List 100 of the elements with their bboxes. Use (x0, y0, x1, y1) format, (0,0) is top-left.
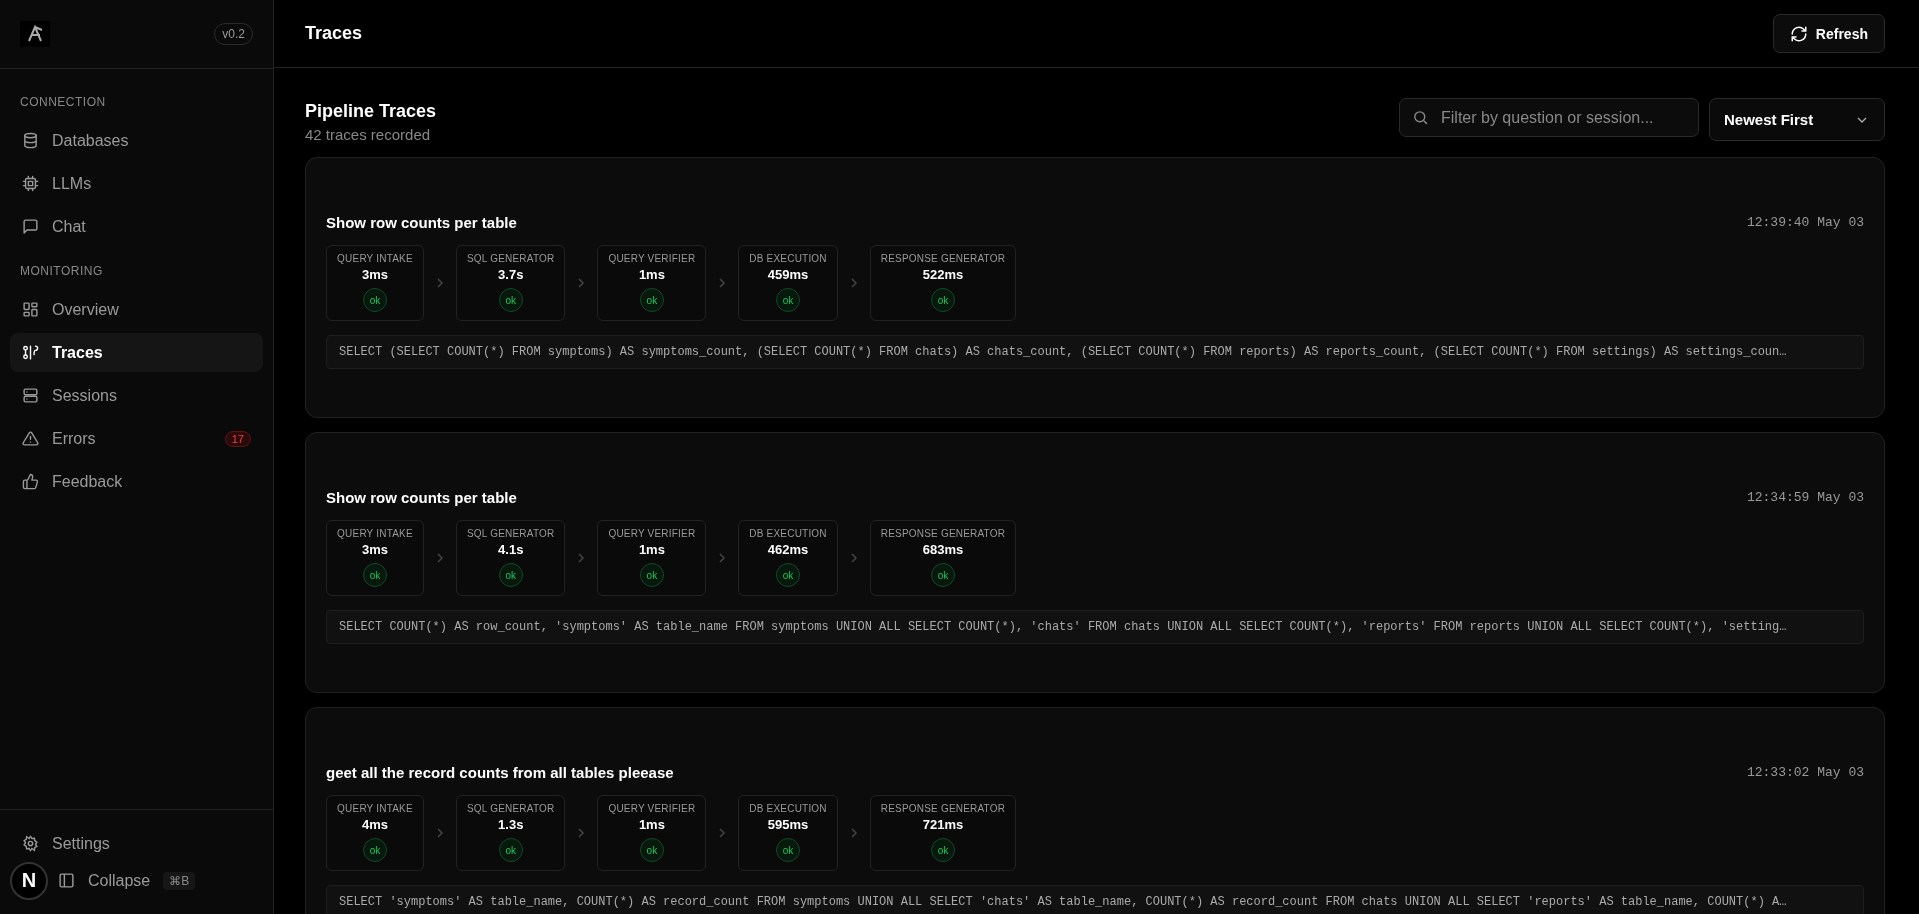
stage-duration: 3ms (362, 267, 388, 282)
chevron-right-icon (436, 552, 444, 564)
chevron-right-icon (436, 827, 444, 839)
stage-name: RESPONSE GENERATOR (880, 253, 1006, 264)
refresh-button[interactable]: Refresh (1772, 14, 1885, 53)
trace-card[interactable] (305, 707, 1885, 914)
logo-icon (20, 21, 50, 47)
collapse-button[interactable]: Collapse ⌘B (52, 861, 208, 900)
sql-query: SELECT 'symptoms' AS table_name, COUNT(*) AS record_count FROM symptoms UNION ALL SELECT 'chats' AS table_name, COUNT(*) AS record_count FROM chats UNION ALL SELECT 'reports' AS table_name, COUNT(*) A… (326, 885, 1864, 914)
settings-icon (22, 835, 39, 852)
chevron-right-icon (577, 552, 586, 564)
status-badge: ok (639, 563, 664, 587)
stage-name: QUERY INTAKE (337, 253, 413, 264)
chevron-right-icon (577, 277, 586, 289)
trace-timestamp: 12:39:40 May 03 (1746, 215, 1864, 230)
stage-name: RESPONSE GENERATOR (880, 803, 1006, 814)
warning-icon (22, 430, 39, 447)
status-badge: ok (776, 288, 801, 312)
chip-icon (22, 175, 39, 192)
stage-name: QUERY VERIFIER (608, 528, 696, 539)
section-heading: MONITORING (19, 263, 104, 280)
stage-name: RESPONSE GENERATOR (880, 528, 1006, 539)
search-box[interactable]: Filter by question or session... (1399, 98, 1699, 137)
status-badge: ok (639, 288, 664, 312)
chevron-right-icon (849, 277, 858, 289)
stage-duration: 683ms (922, 542, 964, 557)
trace-card[interactable] (305, 157, 1885, 418)
stage-duration: 1ms (638, 542, 665, 557)
chevron-right-icon (849, 827, 858, 839)
nav-item[interactable]: Sessions (10, 376, 263, 415)
trace-count: 42 traces recorded (305, 126, 432, 143)
trace-timestamp: 12:34:59 May 03 (1746, 490, 1864, 505)
stage-name: QUERY VERIFIER (608, 253, 696, 264)
section-title: Pipeline Traces (305, 101, 437, 122)
stage-name: SQL GENERATOR (467, 253, 555, 264)
status-badge: ok (930, 838, 955, 862)
stage-duration: 595ms (767, 817, 809, 832)
stage-duration: 721ms (922, 817, 964, 832)
stage-duration: 3.7s (498, 267, 524, 282)
chevron-right-icon (577, 827, 586, 839)
trace-timestamp: 12:33:02 May 03 (1746, 765, 1864, 780)
status-badge: ok (363, 563, 387, 587)
status-badge: ok (363, 838, 387, 862)
sort-dropdown[interactable]: Newest First (1709, 98, 1885, 141)
stage-duration: 3ms (362, 542, 388, 557)
nav-item[interactable]: LLMs (10, 164, 263, 203)
nav-item[interactable]: Feedback (10, 462, 263, 501)
nav-item[interactable]: Chat (10, 207, 263, 246)
status-badge: ok (930, 288, 955, 312)
sql-query: SELECT COUNT(*) AS row_count, 'symptoms' AS table_name FROM symptoms UNION ALL SELECT COUNT(*), 'chats' FROM chats UNION ALL SELECT COUNT(*), 'reports' FROM reports UNION ALL SELECT COUNT(*), 'setting… (326, 610, 1864, 644)
chevron-right-icon (718, 277, 727, 289)
sql-query: SELECT (SELECT COUNT(*) FROM symptoms) AS symptoms_count, (SELECT COUNT(*) FROM chats) AS chats_count, (SELECT COUNT(*) FROM reports) AS reports_count, (SELECT COUNT(*) FROM settings) AS settings_coun… (326, 335, 1864, 369)
chevron-right-icon (436, 277, 444, 289)
page-title: Traces (305, 23, 363, 44)
sidebar-icon (58, 872, 75, 889)
stage-name: QUERY VERIFIER (608, 803, 696, 814)
thumbs-up-icon (22, 473, 39, 490)
server-icon (22, 387, 39, 404)
count-badge: 17 (224, 430, 251, 447)
stage-duration: 1ms (638, 817, 665, 832)
nav-item[interactable]: Databases (10, 121, 263, 160)
search-field[interactable]: Filter by question or session... (1439, 107, 1686, 128)
settings-link[interactable]: Settings (10, 824, 263, 863)
status-badge: ok (776, 838, 801, 862)
stage-duration: 1.3s (498, 817, 524, 832)
dev-badge[interactable]: N (10, 861, 48, 900)
stage-name: QUERY INTAKE (337, 803, 413, 814)
nav-item[interactable]: Overview (10, 290, 263, 329)
branch-icon (22, 344, 39, 361)
shortcut-key: ⌘B (163, 871, 196, 890)
stage-name: DB EXECUTION (749, 528, 827, 539)
database-icon (22, 132, 39, 149)
stage-name: DB EXECUTION (749, 253, 827, 264)
stage-duration: 4ms (362, 817, 388, 832)
stage-duration: 1ms (638, 267, 665, 282)
search-icon (1412, 109, 1429, 126)
status-badge: ok (498, 838, 523, 862)
trace-question: geet all the record counts from all tables pleease (326, 764, 674, 781)
status-badge: ok (776, 563, 801, 587)
chevron-right-icon (718, 827, 727, 839)
trace-card[interactable] (305, 432, 1885, 693)
grid-icon (22, 301, 39, 318)
status-badge: ok (639, 838, 664, 862)
nav-item[interactable]: Traces (10, 333, 263, 372)
nav-item[interactable]: Errors 17 (10, 419, 263, 458)
stage-duration: 459ms (767, 267, 809, 282)
chevron-right-icon (718, 552, 727, 564)
status-badge: ok (930, 563, 955, 587)
refresh-icon (1789, 24, 1808, 43)
chevron-right-icon (849, 552, 858, 564)
stage-name: SQL GENERATOR (467, 528, 555, 539)
section-heading: CONNECTION (19, 94, 107, 111)
status-badge: ok (498, 288, 523, 312)
status-badge: ok (363, 288, 387, 312)
stage-name: QUERY INTAKE (337, 528, 413, 539)
trace-question: Show row counts per table (326, 214, 517, 231)
stage-duration: 4.1s (498, 542, 524, 557)
stage-duration: 522ms (922, 267, 964, 282)
stage-name: SQL GENERATOR (467, 803, 555, 814)
status-badge: ok (498, 563, 523, 587)
